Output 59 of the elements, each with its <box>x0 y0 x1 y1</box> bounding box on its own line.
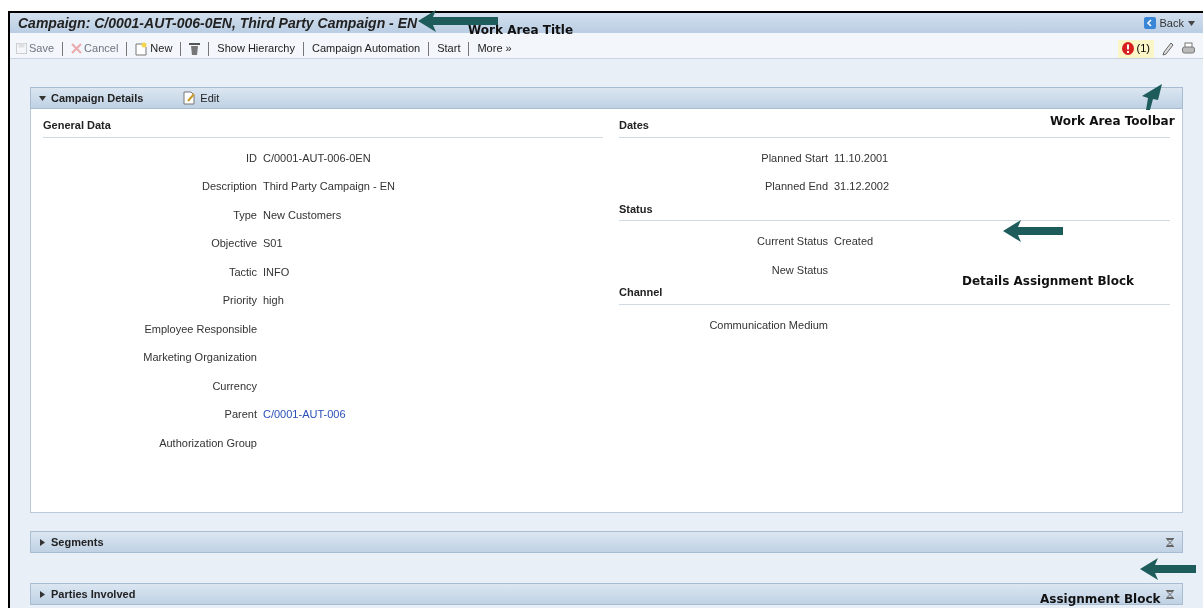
callout-arrow <box>1140 558 1196 580</box>
resize-icon[interactable] <box>1166 537 1174 547</box>
field-label: Planned End <box>764 179 829 194</box>
back-icon <box>1143 17 1156 29</box>
edit-document-icon <box>183 91 197 105</box>
close-icon <box>71 43 83 54</box>
section-heading: Status <box>619 200 1170 221</box>
field-value: Third Party Campaign - EN <box>263 179 396 194</box>
field-value: New Customers <box>263 207 342 223</box>
field-value: INFO <box>263 264 290 280</box>
field-value: high <box>263 293 284 308</box>
printer-icon[interactable] <box>1182 42 1195 55</box>
toolbar-button[interactable]: Campaign Automation <box>310 40 423 57</box>
toolbar-button[interactable]: Start <box>435 40 463 57</box>
annotation-label: Work Area Title <box>468 22 574 39</box>
delete-button[interactable] <box>187 42 203 55</box>
collapse-icon[interactable] <box>39 94 46 102</box>
expand-icon[interactable] <box>39 590 46 598</box>
resize-icon[interactable] <box>1166 589 1174 599</box>
annotation-label: Assignment Block <box>1040 591 1161 608</box>
block-header[interactable]: Segments <box>30 531 1183 553</box>
field-label: Planned Start <box>760 150 829 166</box>
back-button[interactable]: Back <box>1143 14 1195 32</box>
field-label: Current Status <box>756 234 829 249</box>
link[interactable]: C/0001-AUT-006 <box>263 406 346 423</box>
field-value: 11.10.2001 <box>834 150 889 166</box>
toolbar-button[interactable]: Show Hierarchy <box>215 40 297 57</box>
error-icon <box>1121 42 1134 55</box>
field-label: ID <box>245 150 258 166</box>
field-value: 31.12.2002 <box>834 179 890 194</box>
field-label: New Status <box>770 262 829 278</box>
annotation-label: Work Area Toolbar <box>1050 113 1175 130</box>
field-label: Parent <box>223 407 258 422</box>
field-label: Currency <box>211 378 258 394</box>
panel-title: Campaign Details <box>51 90 144 106</box>
field-value: S01 <box>263 236 283 251</box>
edit-button[interactable]: Edit <box>183 89 220 107</box>
toolbar-button[interactable]: New <box>133 40 175 57</box>
toolbar-button[interactable]: More » <box>475 40 514 57</box>
field-label: Authorization Group <box>158 435 258 451</box>
trash-icon <box>189 42 201 55</box>
expand-icon[interactable] <box>39 538 46 546</box>
window-title: Campaign: C/0001-AUT-006-0EN, Third Party Campaign - EN <box>18 13 418 33</box>
section-heading: General Data <box>43 117 603 138</box>
message-indicator[interactable]: (1) <box>1117 39 1154 58</box>
caret-icon <box>1188 20 1195 26</box>
field-label: Tactic <box>227 264 258 280</box>
field-label: Marketing Organization <box>142 350 258 365</box>
new-document-icon <box>135 41 149 56</box>
pencil-icon[interactable] <box>1162 41 1174 56</box>
field-label: Employee Responsible <box>143 321 258 337</box>
field-label: Description <box>200 179 258 194</box>
field-label: Priority <box>221 293 258 308</box>
field-label: Communication Medium <box>708 317 829 333</box>
field-value: Created <box>834 234 874 249</box>
field-label: Objective <box>210 236 258 251</box>
field-label: Type <box>232 207 258 223</box>
callout-arrow <box>1003 220 1063 242</box>
field-value: C/0001-AUT-006-0EN <box>263 150 371 166</box>
